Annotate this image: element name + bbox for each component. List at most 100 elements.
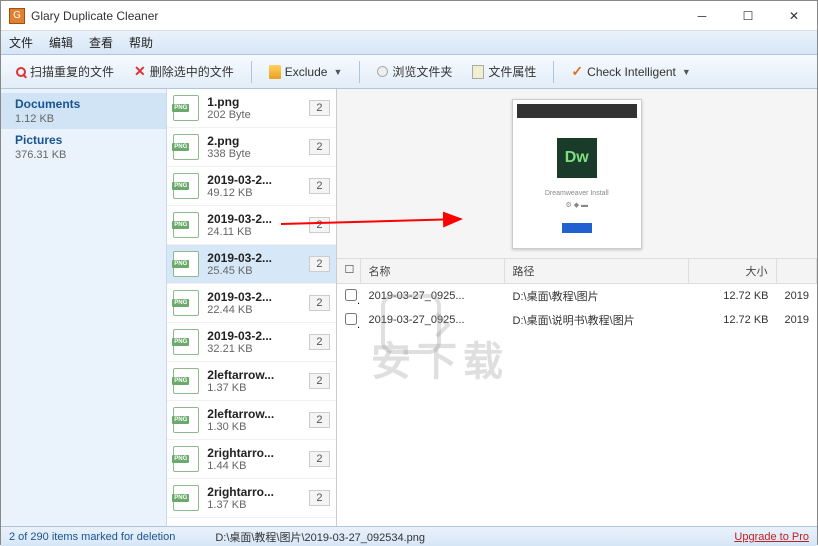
file-row[interactable]: 2019-03-2...49.12 KB2: [167, 167, 335, 206]
browse-icon: [377, 66, 388, 77]
row-path: D:\桌面\说明书\教程\图片: [505, 310, 689, 330]
properties-icon: [472, 65, 484, 79]
dup-count: 2: [309, 256, 329, 272]
props-label: 文件属性: [488, 63, 536, 80]
file-row[interactable]: 2019-03-2...22.44 KB2: [167, 284, 335, 323]
row-size: 12.72 KB: [689, 288, 777, 304]
row-date: 2019: [777, 288, 817, 304]
chevron-down-icon: ▼: [333, 67, 342, 77]
statusbar: 2 of 290 items marked for deletion D:\桌面…: [1, 526, 817, 546]
app-icon: G: [9, 8, 25, 24]
png-icon: [173, 134, 199, 160]
scan-button[interactable]: 扫描重复的文件: [9, 59, 121, 84]
header-size[interactable]: 大小: [689, 259, 777, 283]
exclude-label: Exclude: [285, 65, 328, 79]
header-path[interactable]: 路径: [505, 259, 689, 283]
preview-logo: Dw: [557, 138, 597, 178]
maximize-button[interactable]: ☐: [725, 1, 771, 31]
dup-count: 2: [309, 490, 329, 506]
sidebar: Documents 1.12 KB Pictures 376.31 KB: [1, 89, 167, 526]
folder-icon: [269, 65, 281, 79]
png-icon: [173, 485, 199, 511]
file-row[interactable]: 2leftarrow...1.30 KB2: [167, 401, 335, 440]
menu-view[interactable]: 查看: [89, 34, 113, 51]
menu-edit[interactable]: 编辑: [49, 34, 73, 51]
file-row[interactable]: 2leftarrow...1.37 KB2: [167, 362, 335, 401]
check-button[interactable]: ✓ Check Intelligent ▼: [564, 59, 697, 84]
row-path: D:\桌面\教程\图片: [505, 286, 689, 306]
dup-count: 2: [309, 295, 329, 311]
png-icon: [173, 95, 199, 121]
row-checkbox[interactable]: [345, 313, 357, 325]
row-name: 2019-03-27_0925...: [361, 312, 505, 328]
status-path: D:\桌面\教程\图片\2019-03-27_092534.png: [175, 529, 734, 545]
status-selection: 2 of 290 items marked for deletion: [9, 531, 175, 543]
browse-button[interactable]: 浏览文件夹: [370, 59, 459, 84]
delete-icon: ✕: [134, 63, 146, 80]
browse-label: 浏览文件夹: [392, 63, 452, 80]
png-icon: [173, 329, 199, 355]
dup-count: 2: [309, 451, 329, 467]
row-checkbox[interactable]: [345, 289, 357, 301]
window-title: Glary Duplicate Cleaner: [31, 9, 679, 23]
file-row[interactable]: 2019-03-2...24.11 KB2: [167, 206, 335, 245]
sidebar-item[interactable]: Documents 1.12 KB: [1, 93, 166, 129]
file-row[interactable]: 2019-03-2...32.21 KB2: [167, 323, 335, 362]
png-icon: [173, 290, 199, 316]
dup-count: 2: [309, 373, 329, 389]
png-icon: [173, 212, 199, 238]
header-date[interactable]: [777, 259, 817, 283]
scan-label: 扫描重复的文件: [30, 63, 114, 80]
dup-count: 2: [309, 412, 329, 428]
scan-icon: [16, 67, 26, 77]
detail-table: ☐ 名称 路径 大小 2019-03-27_0925...D:\桌面\教程\图片…: [337, 259, 817, 526]
row-size: 12.72 KB: [689, 312, 777, 328]
exclude-button[interactable]: Exclude ▼: [262, 61, 350, 83]
delete-button[interactable]: ✕ 删除选中的文件: [127, 59, 241, 84]
sidebar-item-name: Documents: [15, 97, 152, 111]
sidebar-item-size: 1.12 KB: [15, 113, 152, 125]
menu-file[interactable]: 文件: [9, 34, 33, 51]
row-date: 2019: [777, 312, 817, 328]
check-label: Check Intelligent: [587, 65, 676, 79]
file-row[interactable]: 2.png338 Byte2: [167, 128, 335, 167]
check-icon: ✓: [571, 63, 583, 80]
preview-image: Dw Dreamweaver Install ⚙ ◆ ▬: [512, 99, 642, 249]
titlebar: G Glary Duplicate Cleaner ─ ☐ ✕: [1, 1, 817, 31]
upgrade-link[interactable]: Upgrade to Pro: [734, 531, 809, 543]
table-row[interactable]: 2019-03-27_0925...D:\桌面\教程\图片12.72 KB201…: [337, 284, 817, 308]
props-button[interactable]: 文件属性: [465, 59, 543, 84]
sidebar-item-name: Pictures: [15, 133, 152, 147]
delete-label: 删除选中的文件: [150, 63, 234, 80]
png-icon: [173, 368, 199, 394]
menu-help[interactable]: 帮助: [129, 34, 153, 51]
table-header: ☐ 名称 路径 大小: [337, 259, 817, 284]
png-icon: [173, 446, 199, 472]
menubar: 文件 编辑 查看 帮助: [1, 31, 817, 55]
table-row[interactable]: 2019-03-27_0925...D:\桌面\说明书\教程\图片12.72 K…: [337, 308, 817, 332]
dup-count: 2: [309, 334, 329, 350]
sidebar-item-size: 376.31 KB: [15, 149, 152, 161]
toolbar: 扫描重复的文件 ✕ 删除选中的文件 Exclude ▼ 浏览文件夹 文件属性 ✓…: [1, 55, 817, 89]
png-icon: [173, 251, 199, 277]
file-list: 1.png202 Byte22.png338 Byte22019-03-2...…: [167, 89, 336, 526]
png-icon: [173, 173, 199, 199]
header-name[interactable]: 名称: [361, 259, 505, 283]
dup-count: 2: [309, 217, 329, 233]
file-row[interactable]: 1.png202 Byte2: [167, 89, 335, 128]
close-button[interactable]: ✕: [771, 1, 817, 31]
minimize-button[interactable]: ─: [679, 1, 725, 31]
chevron-down-icon: ▼: [682, 67, 691, 77]
file-row[interactable]: 2019-03-2...25.45 KB2: [167, 245, 335, 284]
dup-count: 2: [309, 178, 329, 194]
dup-count: 2: [309, 139, 329, 155]
row-name: 2019-03-27_0925...: [361, 288, 505, 304]
preview-pane: Dw Dreamweaver Install ⚙ ◆ ▬: [337, 89, 817, 259]
png-icon: [173, 407, 199, 433]
dup-count: 2: [309, 100, 329, 116]
header-checkbox[interactable]: ☐: [337, 259, 361, 283]
sidebar-item[interactable]: Pictures 376.31 KB: [1, 129, 166, 165]
file-row[interactable]: 2rightarro...1.44 KB2: [167, 440, 335, 479]
file-row[interactable]: 2rightarro...1.37 KB2: [167, 479, 335, 518]
right-panel: Dw Dreamweaver Install ⚙ ◆ ▬ ☐ 名称 路径 大小 …: [337, 89, 817, 526]
